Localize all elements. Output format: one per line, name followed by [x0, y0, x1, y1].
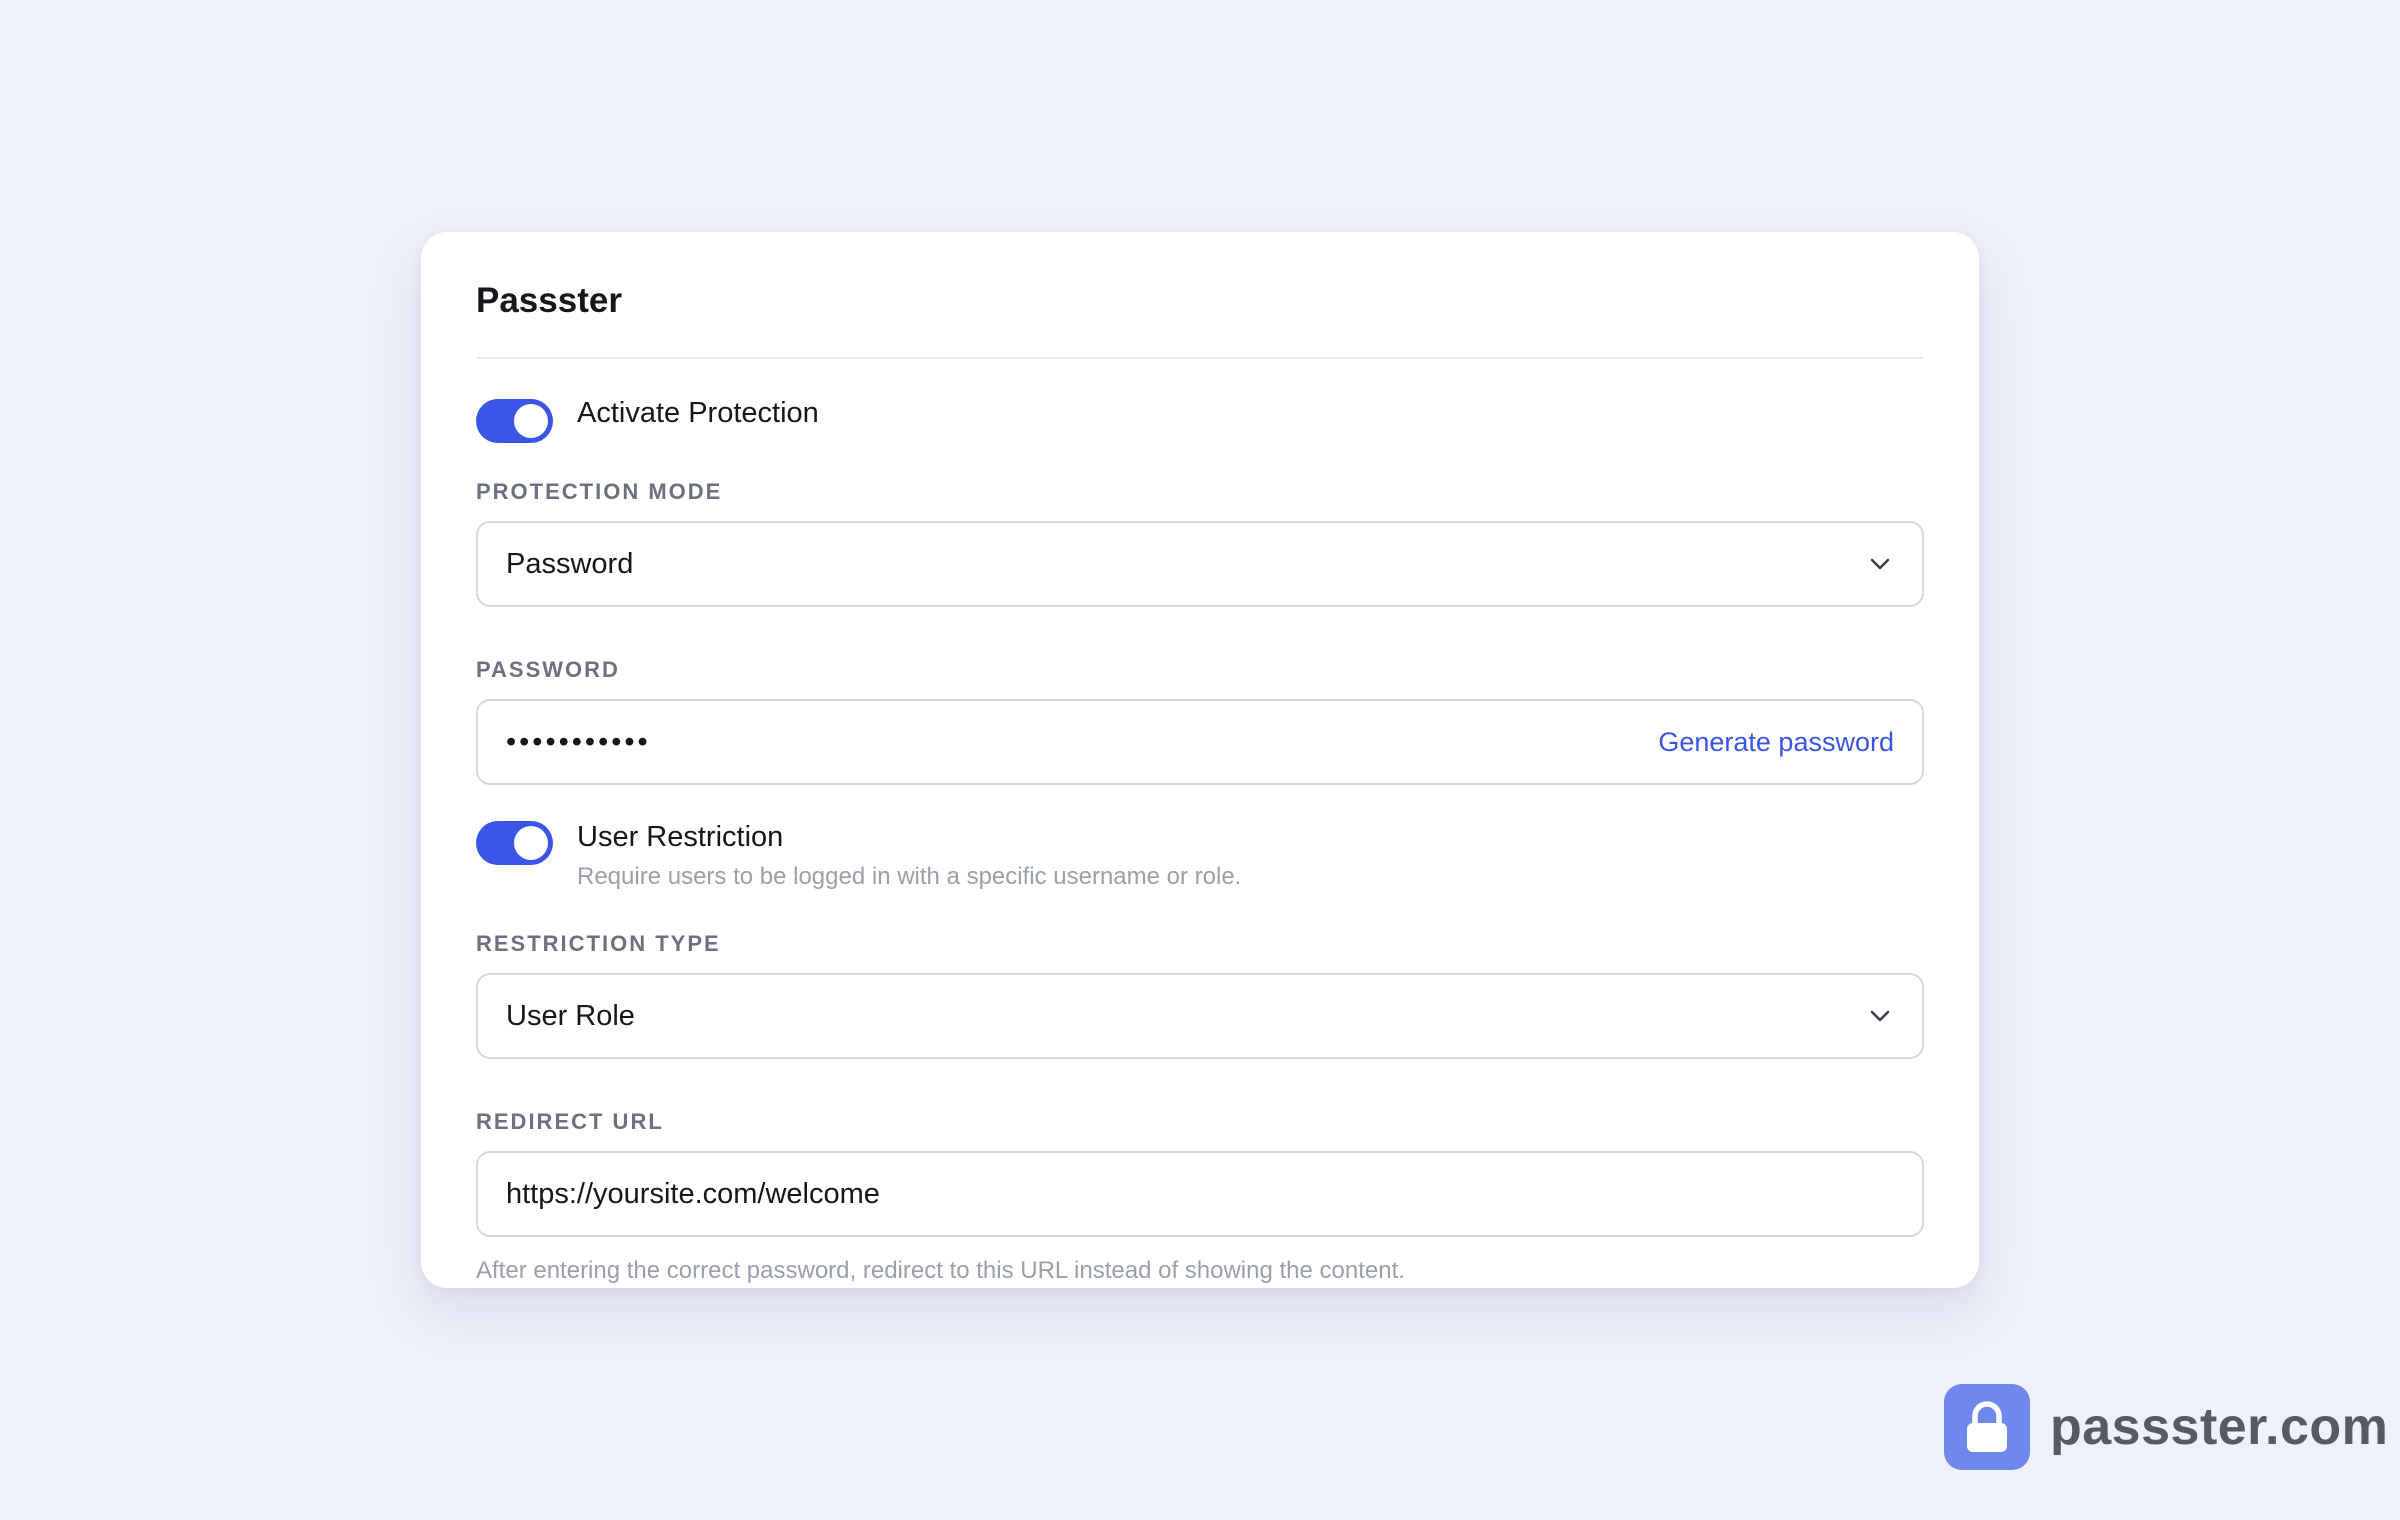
activate-protection-toggle[interactable]	[476, 399, 553, 443]
activate-protection-label: Activate Protection	[577, 397, 819, 429]
restriction-type-label: RESTRICTION TYPE	[476, 931, 721, 956]
password-label: PASSWORD	[476, 657, 620, 682]
password-value: •••••••••••	[506, 725, 651, 758]
chevron-down-icon	[1866, 550, 1894, 578]
redirect-url-input[interactable]: https://yoursite.com/welcome	[476, 1151, 1924, 1237]
protection-mode-value: Password	[506, 547, 634, 580]
protection-mode-select[interactable]: Password	[476, 521, 1924, 607]
redirect-url-label: REDIRECT URL	[476, 1109, 664, 1134]
password-input[interactable]: ••••••••••• Generate password	[476, 699, 1924, 785]
activate-protection-row: Activate Protection	[476, 395, 1924, 443]
restriction-type-value: User Role	[506, 999, 635, 1032]
lock-icon	[1944, 1384, 2030, 1470]
user-restriction-toggle[interactable]	[476, 821, 553, 865]
user-restriction-label: User Restriction	[577, 821, 784, 853]
brand-text: passster.com	[2050, 1398, 2389, 1456]
toggle-knob	[514, 826, 548, 860]
generate-password-link[interactable]: Generate password	[1658, 727, 1894, 758]
card-header: Passster	[476, 232, 1924, 359]
activate-protection-text: Activate Protection	[577, 395, 819, 431]
chevron-down-icon	[1866, 1002, 1894, 1030]
brand-watermark: passster.com	[1944, 1384, 2388, 1470]
protection-mode-label: PROTECTION MODE	[476, 479, 723, 504]
user-restriction-row: User Restriction Require users to be log…	[476, 819, 1924, 891]
restriction-type-select[interactable]: User Role	[476, 973, 1924, 1059]
user-restriction-text: User Restriction Require users to be log…	[577, 819, 1241, 891]
card-title: Passster	[476, 280, 622, 320]
passster-settings-card: Passster Activate Protection PROTECTION …	[421, 232, 1979, 1288]
user-restriction-description: Require users to be logged in with a spe…	[577, 863, 1242, 890]
redirect-url-value: https://yoursite.com/welcome	[506, 1177, 880, 1210]
toggle-knob	[514, 404, 548, 438]
redirect-url-help: After entering the correct password, red…	[476, 1257, 1405, 1284]
